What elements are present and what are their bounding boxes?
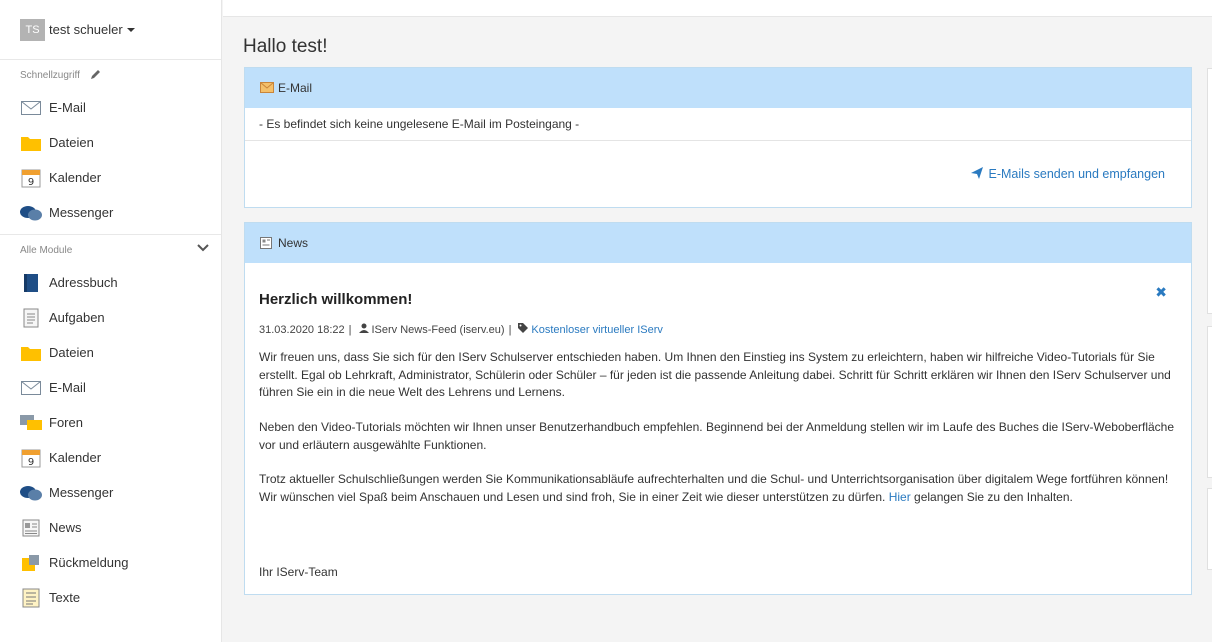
email-panel-title: E-Mail xyxy=(278,81,313,95)
right-panel-edge xyxy=(1207,488,1212,570)
chat-bubbles-icon xyxy=(20,484,42,502)
here-link[interactable]: Hier xyxy=(889,490,911,504)
chevron-down-icon[interactable] xyxy=(197,243,209,256)
newspaper-icon xyxy=(260,237,274,249)
email-status-text: - Es befindet sich keine ungelesene E-Ma… xyxy=(245,108,1191,141)
user-name[interactable]: test schueler xyxy=(49,22,123,37)
article-paragraph: Neben den Video-Tutorials möchten wir Ih… xyxy=(259,420,1175,452)
close-icon[interactable]: ✖ xyxy=(1155,284,1167,301)
module-item-label: Dateien xyxy=(49,345,94,360)
email-panel-header: E-Mail xyxy=(245,68,1191,108)
user-icon xyxy=(358,323,369,336)
all-modules-header[interactable]: Alle Module xyxy=(0,235,221,265)
article-paragraph: Trotz aktueller Schulschließungen werden… xyxy=(259,471,1179,506)
right-panel-edge xyxy=(1207,68,1212,314)
forum-icon xyxy=(20,414,42,432)
avatar: TS xyxy=(20,18,45,41)
article-meta: 31.03.2020 18:22 | IServ News-Feed (iser… xyxy=(259,323,663,336)
quick-item-files[interactable]: Dateien xyxy=(0,125,221,160)
news-panel-header: News xyxy=(245,223,1191,263)
send-receive-email-link[interactable]: E-Mails senden und empfangen xyxy=(971,166,1165,182)
module-item-label: News xyxy=(49,520,82,535)
feedback-icon xyxy=(20,554,42,572)
quick-item-label: E-Mail xyxy=(49,100,86,115)
calendar-icon: 9 xyxy=(20,169,42,188)
module-item-label: Adressbuch xyxy=(49,275,118,290)
calendar-day: 9 xyxy=(28,457,34,468)
sidebar: TS test schueler Schnellzugriff E-Mail D… xyxy=(0,0,222,642)
calendar-day: 9 xyxy=(28,177,34,188)
right-panel-edge xyxy=(1207,326,1212,478)
address-book-icon xyxy=(20,273,42,292)
quick-item-calendar[interactable]: 9 Kalender xyxy=(0,160,221,195)
quick-access-label: Schnellzugriff xyxy=(20,69,80,81)
pencil-icon[interactable] xyxy=(90,68,102,83)
module-item-label: Kalender xyxy=(49,450,102,465)
folder-icon xyxy=(20,134,42,152)
caret-down-icon[interactable] xyxy=(126,27,135,32)
module-item-label: Messenger xyxy=(49,485,114,500)
quick-item-label: Kalender xyxy=(49,170,102,185)
article-date: 31.03.2020 18:22 xyxy=(259,323,345,336)
user-menu[interactable]: TS test schueler xyxy=(0,0,221,60)
module-item-label: Foren xyxy=(49,415,83,430)
module-item-email[interactable]: E-Mail xyxy=(0,370,221,405)
news-panel-title: News xyxy=(278,236,309,250)
envelope-icon xyxy=(20,99,42,117)
envelope-icon xyxy=(20,379,42,397)
newspaper-icon xyxy=(20,519,42,537)
article-signature: Ihr IServ-Team xyxy=(259,565,338,579)
paragraph-text: gelangen Sie zu den Inhalten. xyxy=(910,489,1073,504)
quick-access-header: Schnellzugriff xyxy=(0,60,221,90)
module-item-feedback[interactable]: Rückmeldung xyxy=(0,545,221,580)
news-panel: News Herzlich willkommen! ✖ 31.03.2020 1… xyxy=(244,222,1192,595)
module-item-files[interactable]: Dateien xyxy=(0,335,221,370)
email-panel-footer: E-Mails senden und empfangen xyxy=(245,141,1191,207)
module-item-label: Aufgaben xyxy=(49,310,105,325)
article-author: IServ News-Feed (iserv.eu) xyxy=(371,323,505,336)
quick-item-messenger[interactable]: Messenger xyxy=(0,195,221,230)
mail-envelope-icon xyxy=(260,82,274,94)
module-item-label: Rückmeldung xyxy=(49,555,129,570)
tag-icon xyxy=(518,323,529,336)
page-title: Hallo test! xyxy=(243,36,328,57)
calendar-icon: 9 xyxy=(20,449,42,468)
quick-item-label: Dateien xyxy=(49,135,94,150)
module-item-calendar[interactable]: 9 Kalender xyxy=(0,440,221,475)
module-item-texts[interactable]: Texte xyxy=(0,580,221,615)
article-tag-link[interactable]: Kostenloser virtueller IServ xyxy=(531,324,662,336)
module-item-messenger[interactable]: Messenger xyxy=(0,475,221,510)
quick-item-email[interactable]: E-Mail xyxy=(0,90,221,125)
paper-plane-icon xyxy=(971,166,984,182)
top-bar xyxy=(223,0,1212,17)
article-paragraph: Wir freuen uns, dass Sie sich für den IS… xyxy=(259,350,1171,399)
module-item-forums[interactable]: Foren xyxy=(0,405,221,440)
text-document-icon xyxy=(20,588,42,607)
quick-item-label: Messenger xyxy=(49,205,114,220)
chat-bubbles-icon xyxy=(20,204,42,222)
send-receive-email-label: E-Mails senden und empfangen xyxy=(988,167,1165,181)
email-panel: E-Mail - Es befindet sich keine ungelese… xyxy=(244,67,1192,208)
clipboard-icon xyxy=(20,308,42,327)
folder-icon xyxy=(20,344,42,362)
article-title: Herzlich willkommen! xyxy=(259,291,413,308)
module-item-label: Texte xyxy=(49,590,81,605)
module-item-label: E-Mail xyxy=(49,380,86,395)
module-item-news[interactable]: News xyxy=(0,510,221,545)
module-item-addressbook[interactable]: Adressbuch xyxy=(0,265,221,300)
module-item-tasks[interactable]: Aufgaben xyxy=(0,300,221,335)
all-modules-label: Alle Module xyxy=(20,244,73,256)
